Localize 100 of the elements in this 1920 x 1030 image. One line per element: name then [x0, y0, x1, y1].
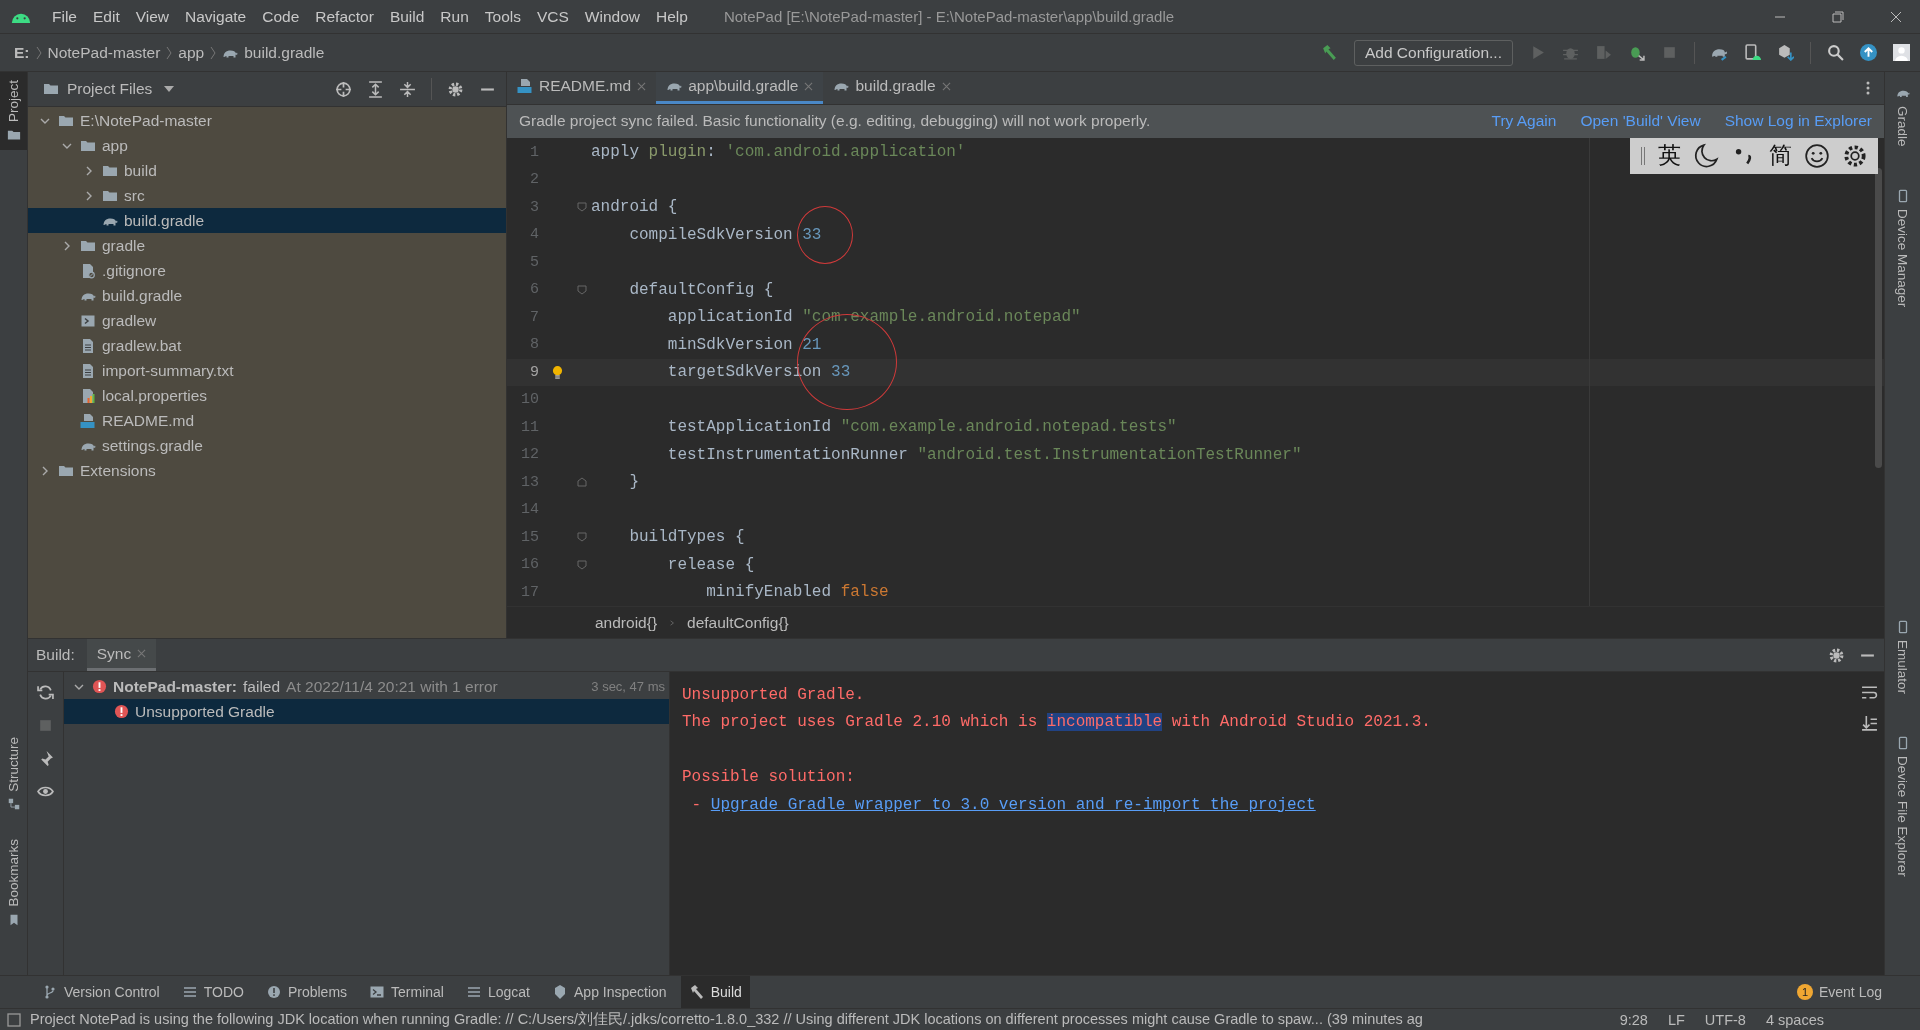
- update-icon[interactable]: [1860, 44, 1877, 61]
- tree-item[interactable]: .gitignore: [28, 258, 506, 283]
- restore-icon[interactable]: [1832, 10, 1844, 23]
- chevron-right-icon[interactable]: [40, 465, 50, 476]
- expand-all-icon[interactable]: [367, 80, 384, 98]
- close-icon[interactable]: [637, 81, 647, 91]
- notification-link[interactable]: Open 'Build' View: [1580, 112, 1701, 131]
- chevron-right-icon[interactable]: [62, 240, 72, 251]
- build-tree-item[interactable]: NotePad-master: failed At 2022/11/4 20:21 with 1 error 3 sec, 47 ms: [64, 674, 669, 699]
- menu-item[interactable]: Help: [648, 7, 696, 26]
- tree-item[interactable]: app: [28, 133, 506, 158]
- menu-item[interactable]: VCS: [528, 7, 577, 26]
- status-item[interactable]: LF: [1661, 1011, 1691, 1028]
- fold-marker-icon[interactable]: [577, 284, 587, 295]
- tool-window-button[interactable]: TODO: [173, 976, 252, 1008]
- tool-window-button[interactable]: Structure: [0, 728, 27, 820]
- breadcrumb-item[interactable]: E:: [14, 43, 30, 62]
- editor-tab[interactable]: app\build.gradle: [656, 72, 824, 104]
- close-icon[interactable]: [941, 81, 951, 91]
- tree-item[interactable]: build: [28, 158, 506, 183]
- menu-item[interactable]: File: [44, 7, 85, 26]
- collapse-all-icon[interactable]: [399, 80, 416, 98]
- tool-window-button[interactable]: Logcat: [457, 976, 538, 1008]
- hammer-icon[interactable]: [1321, 44, 1338, 61]
- editor-tab[interactable]: build.gradle: [823, 72, 961, 104]
- menu-item[interactable]: Build: [381, 7, 433, 26]
- panel-toggle-icon[interactable]: [6, 1011, 22, 1028]
- tree-item[interactable]: gradlew.bat: [28, 333, 506, 358]
- tree-item[interactable]: src: [28, 183, 506, 208]
- tool-window-button[interactable]: Build: [680, 976, 750, 1008]
- build-tab[interactable]: Sync: [86, 639, 157, 671]
- settings-icon[interactable]: [1828, 646, 1845, 664]
- breadcrumb-item[interactable]: defaultConfig{}: [687, 613, 789, 632]
- menu-item[interactable]: Tools: [476, 7, 529, 26]
- close-icon[interactable]: [1890, 10, 1902, 23]
- scrollbar-thumb[interactable]: [1875, 167, 1882, 468]
- moon-icon[interactable]: [1693, 142, 1719, 169]
- language-mode-button[interactable]: 英: [1658, 140, 1681, 172]
- tool-window-button[interactable]: Gradle: [1895, 78, 1910, 155]
- device-icon[interactable]: [1744, 44, 1761, 61]
- tool-window-button[interactable]: App Inspection: [544, 976, 675, 1008]
- settings-icon[interactable]: [1842, 142, 1868, 169]
- fold-marker-icon[interactable]: [577, 477, 587, 488]
- script-mode-button[interactable]: 简: [1769, 140, 1792, 172]
- tree-item[interactable]: import-summary.txt: [28, 358, 506, 383]
- menu-item[interactable]: Navigate: [177, 7, 255, 26]
- tree-item[interactable]: README.md: [28, 408, 506, 433]
- tree-item[interactable]: build.gradle: [28, 283, 506, 308]
- menu-item[interactable]: Window: [576, 7, 648, 26]
- soft-wrap-icon[interactable]: [1860, 684, 1878, 701]
- breadcrumb-item[interactable]: android{}: [595, 613, 658, 632]
- chevron-right-icon[interactable]: [84, 165, 94, 176]
- breadcrumb-item[interactable]: app: [178, 43, 205, 62]
- tree-item[interactable]: local.properties: [28, 383, 506, 408]
- tool-window-button[interactable]: Version Control: [34, 976, 168, 1008]
- fold-marker-icon[interactable]: [577, 202, 587, 213]
- crosshair-icon[interactable]: [335, 80, 352, 98]
- tree-item[interactable]: E:\NotePad-master: [28, 108, 506, 133]
- breadcrumb-item[interactable]: NotePad-master: [47, 43, 161, 62]
- tool-window-button[interactable]: Bookmarks: [0, 831, 27, 935]
- console-link[interactable]: Upgrade Gradle wrapper to 3.0 version and re-import the project: [710, 795, 1316, 814]
- fold-marker-icon[interactable]: [577, 532, 587, 543]
- tool-window-button[interactable]: Device Manager: [1895, 180, 1910, 315]
- view-dropdown[interactable]: Project Files: [67, 80, 175, 98]
- attach-debugger-icon[interactable]: [1628, 44, 1645, 61]
- tree-item[interactable]: settings.gradle: [28, 433, 506, 458]
- smiley-icon[interactable]: [1804, 142, 1830, 169]
- menu-item[interactable]: Code: [254, 7, 308, 26]
- status-item[interactable]: 9:28: [1613, 1011, 1654, 1028]
- notification-link[interactable]: Try Again: [1491, 112, 1557, 131]
- sync-icon[interactable]: [37, 684, 54, 701]
- tool-window-button[interactable]: Problems: [257, 976, 356, 1008]
- fold-marker-icon[interactable]: [577, 559, 587, 570]
- tree-item[interactable]: Extensions: [28, 458, 506, 483]
- run-configuration-button[interactable]: Add Configuration...: [1354, 39, 1513, 66]
- scroll-to-end-icon[interactable]: [1860, 715, 1878, 732]
- search-icon[interactable]: [1827, 44, 1844, 61]
- package-icon[interactable]: [1777, 44, 1794, 61]
- settings-icon[interactable]: [447, 80, 464, 98]
- status-item[interactable]: 4 spaces: [1759, 1011, 1830, 1028]
- menu-item[interactable]: Run: [432, 7, 477, 26]
- build-tree-item[interactable]: Unsupported Gradle: [64, 699, 669, 724]
- menu-item[interactable]: Refactor: [307, 7, 382, 26]
- tree-item[interactable]: build.gradle: [28, 208, 506, 233]
- menu-item[interactable]: Edit: [85, 7, 128, 26]
- lightbulb-icon[interactable]: [551, 364, 563, 380]
- more-icon[interactable]: [1866, 79, 1870, 96]
- event-log-button[interactable]: 1 Event Log: [1788, 976, 1890, 1008]
- tree-item[interactable]: gradle: [28, 233, 506, 258]
- menu-item[interactable]: View: [127, 7, 178, 26]
- tool-window-button[interactable]: Device File Explorer: [1895, 728, 1910, 885]
- tool-window-button[interactable]: Project: [0, 72, 27, 151]
- grip-icon[interactable]: [1640, 145, 1646, 166]
- status-item[interactable]: UTF-8: [1698, 1011, 1752, 1028]
- breadcrumb-item[interactable]: build.gradle: [244, 43, 325, 62]
- tool-window-button[interactable]: Terminal: [361, 976, 452, 1008]
- editor-tab[interactable]: README.md: [507, 72, 657, 104]
- tree-item[interactable]: gradlew: [28, 308, 506, 333]
- chevron-right-icon[interactable]: [84, 190, 94, 201]
- tool-window-button[interactable]: Emulator: [1895, 612, 1910, 703]
